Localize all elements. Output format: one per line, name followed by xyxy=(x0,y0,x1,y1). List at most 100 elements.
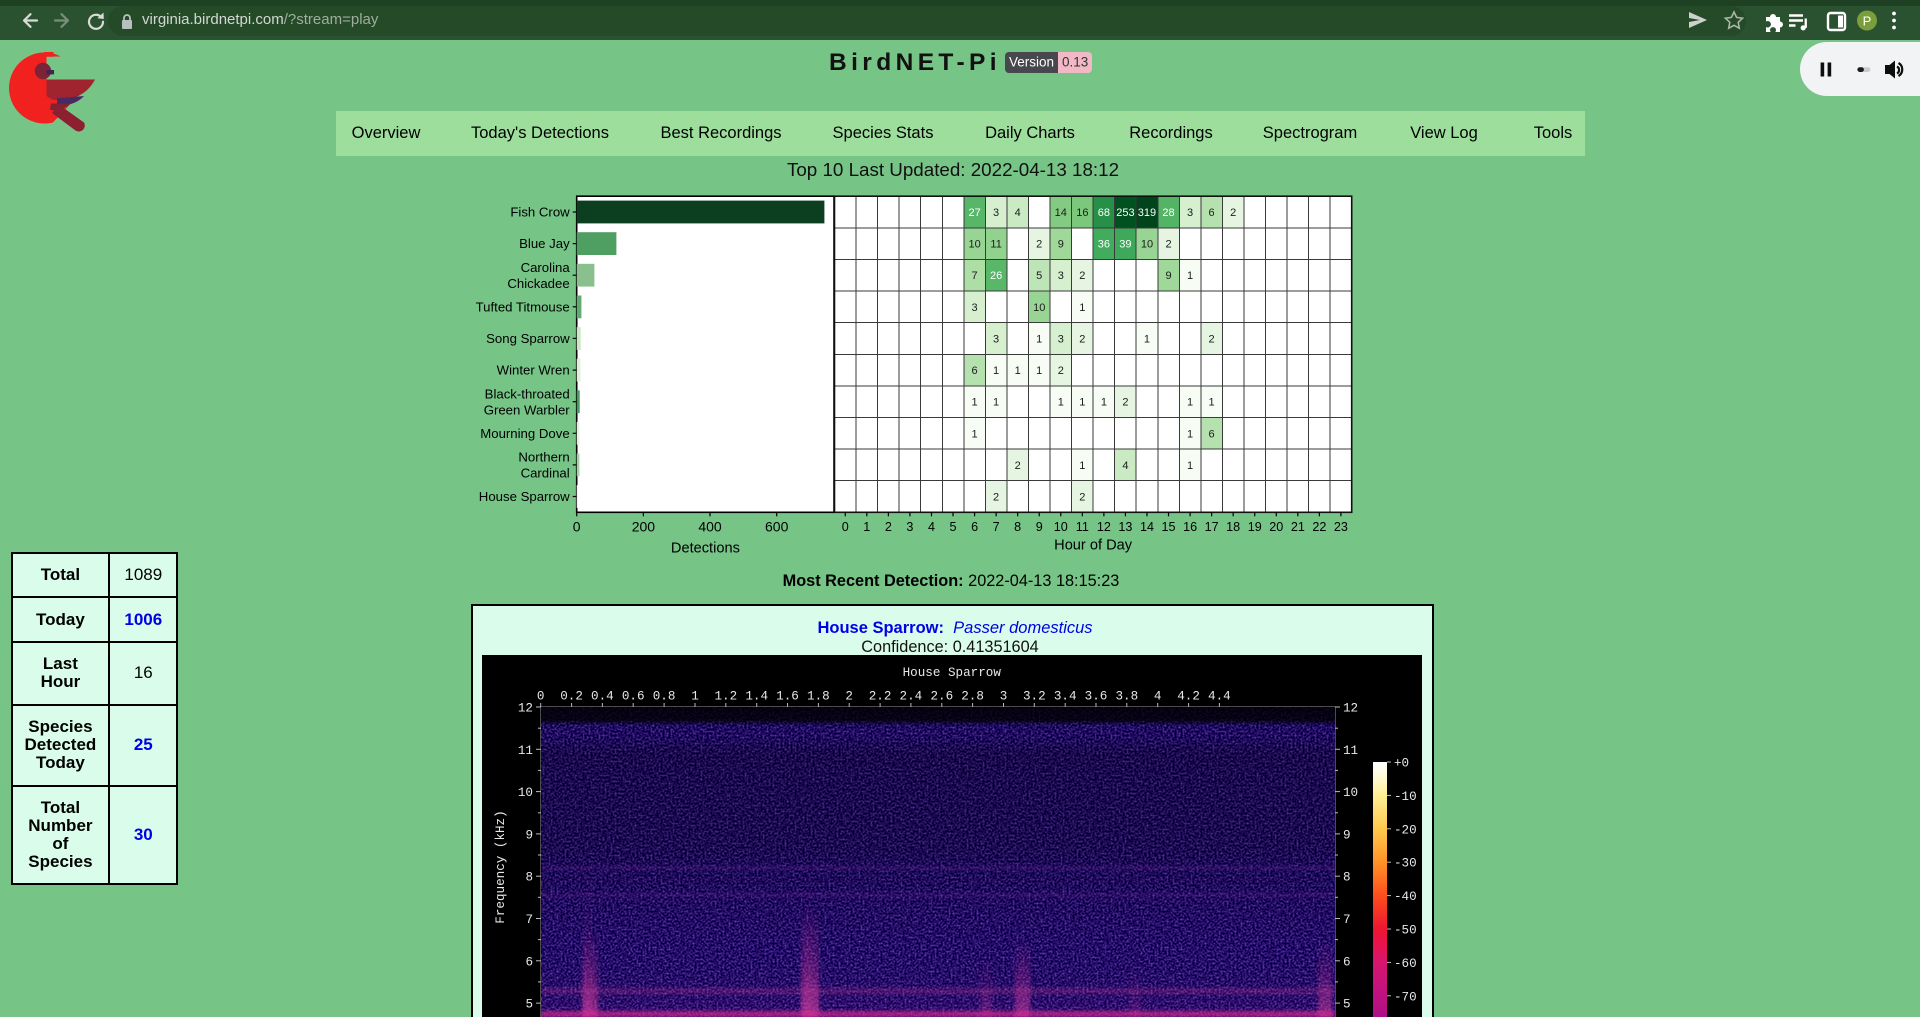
svg-text:12: 12 xyxy=(518,702,533,716)
svg-text:7: 7 xyxy=(525,913,533,927)
svg-text:2: 2 xyxy=(1058,365,1064,377)
svg-text:4.2: 4.2 xyxy=(1177,690,1200,704)
svg-text:14: 14 xyxy=(1140,520,1154,534)
svg-text:-10: -10 xyxy=(1394,790,1417,804)
svg-text:6: 6 xyxy=(972,365,978,377)
svg-text:6: 6 xyxy=(971,520,978,534)
svg-text:1: 1 xyxy=(1036,333,1042,345)
svg-text:8: 8 xyxy=(1014,520,1021,534)
svg-text:1: 1 xyxy=(1187,428,1193,440)
svg-text:9: 9 xyxy=(1165,270,1171,282)
svg-text:7: 7 xyxy=(972,270,978,282)
svg-text:-60: -60 xyxy=(1394,957,1417,971)
svg-text:3.4: 3.4 xyxy=(1054,690,1077,704)
svg-text:1: 1 xyxy=(1101,397,1107,409)
svg-text:10: 10 xyxy=(518,786,533,800)
svg-text:11: 11 xyxy=(1343,744,1358,758)
svg-text:3: 3 xyxy=(993,207,999,219)
svg-text:10: 10 xyxy=(1141,239,1153,251)
svg-text:8: 8 xyxy=(525,871,533,885)
svg-text:0.2: 0.2 xyxy=(560,690,583,704)
svg-text:-20: -20 xyxy=(1394,823,1417,837)
svg-text:1.2: 1.2 xyxy=(714,690,737,704)
svg-text:8: 8 xyxy=(1343,871,1351,885)
svg-text:7: 7 xyxy=(993,520,1000,534)
svg-text:10: 10 xyxy=(1054,520,1068,534)
svg-text:5: 5 xyxy=(525,998,533,1012)
svg-text:22: 22 xyxy=(1312,520,1326,534)
svg-text:14: 14 xyxy=(1055,207,1067,219)
svg-text:1: 1 xyxy=(1079,302,1085,314)
svg-text:2: 2 xyxy=(1165,239,1171,251)
svg-text:Mourning Dove: Mourning Dove xyxy=(480,426,569,441)
svg-text:0.8: 0.8 xyxy=(653,690,676,704)
svg-text:16: 16 xyxy=(1183,520,1197,534)
svg-text:6: 6 xyxy=(1343,955,1351,969)
svg-text:0.4: 0.4 xyxy=(591,690,614,704)
svg-text:1: 1 xyxy=(1058,397,1064,409)
svg-text:Frequency (kHz): Frequency (kHz) xyxy=(494,810,508,923)
svg-text:2: 2 xyxy=(885,520,892,534)
svg-text:0: 0 xyxy=(842,520,849,534)
svg-text:1.4: 1.4 xyxy=(745,690,768,704)
svg-text:3.8: 3.8 xyxy=(1115,690,1138,704)
svg-text:600: 600 xyxy=(765,518,789,534)
svg-text:7: 7 xyxy=(1343,913,1351,927)
svg-text:Song Sparrow: Song Sparrow xyxy=(486,331,570,346)
svg-text:Green Warbler: Green Warbler xyxy=(484,402,571,417)
svg-text:2.4: 2.4 xyxy=(900,690,923,704)
svg-text:Tufted Titmouse: Tufted Titmouse xyxy=(476,299,570,314)
svg-text:1: 1 xyxy=(1144,333,1150,345)
svg-text:0.6: 0.6 xyxy=(622,690,645,704)
svg-text:4.4: 4.4 xyxy=(1208,690,1231,704)
svg-text:10: 10 xyxy=(968,239,980,251)
svg-text:12: 12 xyxy=(1097,520,1111,534)
svg-text:Blue Jay: Blue Jay xyxy=(519,236,570,251)
svg-text:2: 2 xyxy=(1079,270,1085,282)
svg-text:26: 26 xyxy=(990,270,1002,282)
svg-text:10: 10 xyxy=(1343,786,1358,800)
svg-text:9: 9 xyxy=(525,828,533,842)
svg-text:2: 2 xyxy=(1036,239,1042,251)
svg-text:Detections: Detections xyxy=(671,540,740,556)
svg-text:3: 3 xyxy=(1058,270,1064,282)
svg-text:319: 319 xyxy=(1138,207,1156,219)
svg-text:4: 4 xyxy=(1015,207,1021,219)
svg-text:2: 2 xyxy=(1230,207,1236,219)
svg-text:2.8: 2.8 xyxy=(961,690,984,704)
svg-text:2: 2 xyxy=(1015,460,1021,472)
svg-text:2.6: 2.6 xyxy=(930,690,953,704)
svg-text:1: 1 xyxy=(1187,397,1193,409)
svg-text:3: 3 xyxy=(1187,207,1193,219)
svg-text:11: 11 xyxy=(1076,520,1089,534)
svg-text:0: 0 xyxy=(573,518,581,534)
svg-text:1: 1 xyxy=(1187,460,1193,472)
svg-text:2: 2 xyxy=(993,491,999,503)
svg-text:17: 17 xyxy=(1205,520,1219,534)
svg-text:-70: -70 xyxy=(1394,990,1417,1004)
svg-text:12: 12 xyxy=(1343,702,1358,716)
svg-text:21: 21 xyxy=(1291,520,1305,534)
svg-text:400: 400 xyxy=(698,518,722,534)
svg-text:68: 68 xyxy=(1098,207,1110,219)
svg-text:1: 1 xyxy=(863,520,870,534)
svg-text:3.6: 3.6 xyxy=(1085,690,1108,704)
svg-text:4: 4 xyxy=(1122,460,1128,472)
svg-text:28: 28 xyxy=(1162,207,1174,219)
svg-text:20: 20 xyxy=(1269,520,1283,534)
svg-text:+0: +0 xyxy=(1394,757,1409,771)
svg-text:9: 9 xyxy=(1036,520,1043,534)
svg-text:1: 1 xyxy=(1079,397,1085,409)
svg-text:4: 4 xyxy=(928,520,935,534)
svg-text:19: 19 xyxy=(1248,520,1262,534)
svg-text:1: 1 xyxy=(1015,365,1021,377)
svg-text:6: 6 xyxy=(525,955,533,969)
svg-text:Chickadee: Chickadee xyxy=(507,276,569,291)
svg-text:11: 11 xyxy=(990,239,1001,251)
svg-text:Black-throated: Black-throated xyxy=(485,386,570,401)
svg-text:5: 5 xyxy=(1036,270,1042,282)
svg-text:200: 200 xyxy=(632,518,656,534)
svg-text:2: 2 xyxy=(845,690,853,704)
svg-text:16: 16 xyxy=(1076,207,1088,219)
svg-text:Winter Wren: Winter Wren xyxy=(497,363,570,378)
